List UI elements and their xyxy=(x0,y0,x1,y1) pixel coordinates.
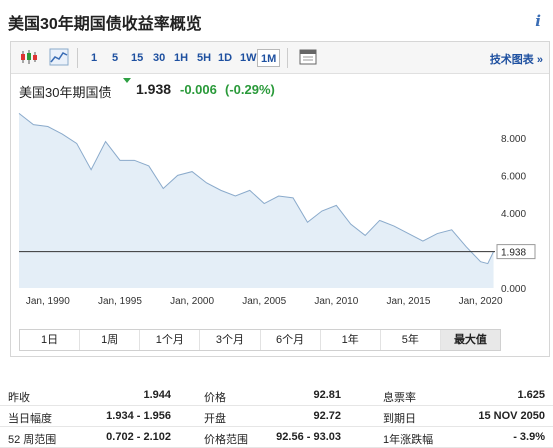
candlestick-icon[interactable] xyxy=(19,48,39,66)
y-tick-label: 6.000 xyxy=(501,171,526,182)
x-tick-label: Jan, 2005 xyxy=(242,296,286,307)
y-tick-label: 4.000 xyxy=(501,209,526,220)
down-arrow-icon xyxy=(123,78,131,83)
stat-label: 价格 xyxy=(204,392,226,404)
chart-toolbar: 技术图表 » 1 5 15 30 1H 5H 1D 1W 1M xyxy=(11,42,549,74)
price-change: -0.006 xyxy=(180,82,217,97)
stat-value: 15 NOV 2050 xyxy=(478,410,545,422)
series-area xyxy=(19,113,494,288)
period-button-1m[interactable]: 1M xyxy=(257,49,281,67)
info-icon[interactable]: i xyxy=(535,12,541,30)
x-tick-label: Jan, 2010 xyxy=(314,296,358,307)
period-button-5[interactable]: 5 xyxy=(109,49,121,67)
y-tick-label: 0.000 xyxy=(501,284,526,295)
stat-label: 息票率 xyxy=(383,392,416,404)
stat-label: 昨收 xyxy=(8,392,30,404)
range-button[interactable]: 1周 xyxy=(80,330,141,350)
period-button-15[interactable]: 15 xyxy=(128,49,146,67)
x-tick-label: Jan, 1990 xyxy=(26,296,70,307)
area-chart-icon[interactable] xyxy=(49,48,69,66)
title-bar: 美国30年期国债收益率概览 i xyxy=(0,0,553,40)
range-button[interactable]: 1年 xyxy=(320,330,381,350)
stat-label: 52 周范围 xyxy=(8,434,57,446)
stat-label: 到期日 xyxy=(383,413,416,425)
stats-row: 昨收 1.944 价格 92.81 息票率 1.625 xyxy=(0,385,553,406)
x-tick-label: Jan, 2020 xyxy=(459,296,503,307)
stat-value: 1.934 - 1.956 xyxy=(106,410,171,422)
y-tick-label: 8.000 xyxy=(501,134,526,145)
price-change-pct: (-0.29%) xyxy=(225,82,275,97)
period-button-1[interactable]: 1 xyxy=(88,49,100,67)
range-button[interactable]: 6个月 xyxy=(260,330,321,350)
range-button[interactable]: 5年 xyxy=(380,330,441,350)
yield-chart[interactable]: 英为财情Investing.com1.9388.0006.0004.0000.0… xyxy=(11,102,549,327)
stat-label: 当日幅度 xyxy=(8,413,52,425)
chart-widget: 技术图表 » 1 5 15 30 1H 5H 1D 1W 1M 美国30年期国债 1.938 -… xyxy=(10,41,550,357)
stat-value: 92.81 xyxy=(313,389,341,401)
x-tick-label: Jan, 1995 xyxy=(98,296,142,307)
stat-label: 开盘 xyxy=(204,413,226,425)
current-value-label: 1.938 xyxy=(501,248,526,259)
toolbar-divider xyxy=(77,48,78,68)
stat-label: 价格范围 xyxy=(204,434,248,446)
range-button[interactable]: 1个月 xyxy=(140,330,201,350)
stat-value: 92.56 - 93.03 xyxy=(276,431,341,443)
stats-row: 52 周范围 0.702 - 2.102 价格范围 92.56 - 93.03 1年涨跌… xyxy=(0,427,553,448)
x-tick-label: Jan, 2015 xyxy=(386,296,430,307)
range-button[interactable]: 最大值 xyxy=(440,330,500,350)
period-button-5h[interactable]: 5H xyxy=(194,49,214,67)
tech-chart-link[interactable]: 技术图表 » xyxy=(490,51,543,67)
x-tick-label: Jan, 2000 xyxy=(170,296,214,307)
range-selector: 1日 1周 1个月 3个月 6个月 1年 5年 最大值 xyxy=(19,329,501,351)
range-button[interactable]: 3个月 xyxy=(200,330,261,350)
instrument-name: 美国30年期国债 xyxy=(19,85,112,100)
stats-row: 当日幅度 1.934 - 1.956 开盘 92.72 到期日 15 NOV 2050 xyxy=(0,406,553,427)
stat-label: 1年涨跌幅 xyxy=(383,434,434,446)
range-button[interactable]: 1日 xyxy=(20,330,81,350)
period-button-1d[interactable]: 1D xyxy=(215,49,235,67)
stat-value: - 3.9% xyxy=(513,431,545,443)
page-title: 美国30年期国债收益率概览 xyxy=(8,16,202,33)
stat-value: 1.625 xyxy=(517,389,545,401)
period-button-30[interactable]: 30 xyxy=(150,49,168,67)
settings-panel-icon[interactable] xyxy=(298,48,318,66)
stat-value: 92.72 xyxy=(313,410,341,422)
stat-value: 1.944 xyxy=(143,389,171,401)
toolbar-divider xyxy=(287,48,288,68)
stat-value: 0.702 - 2.102 xyxy=(106,431,171,443)
last-price: 1.938 xyxy=(136,81,172,97)
period-button-1h[interactable]: 1H xyxy=(171,49,191,67)
